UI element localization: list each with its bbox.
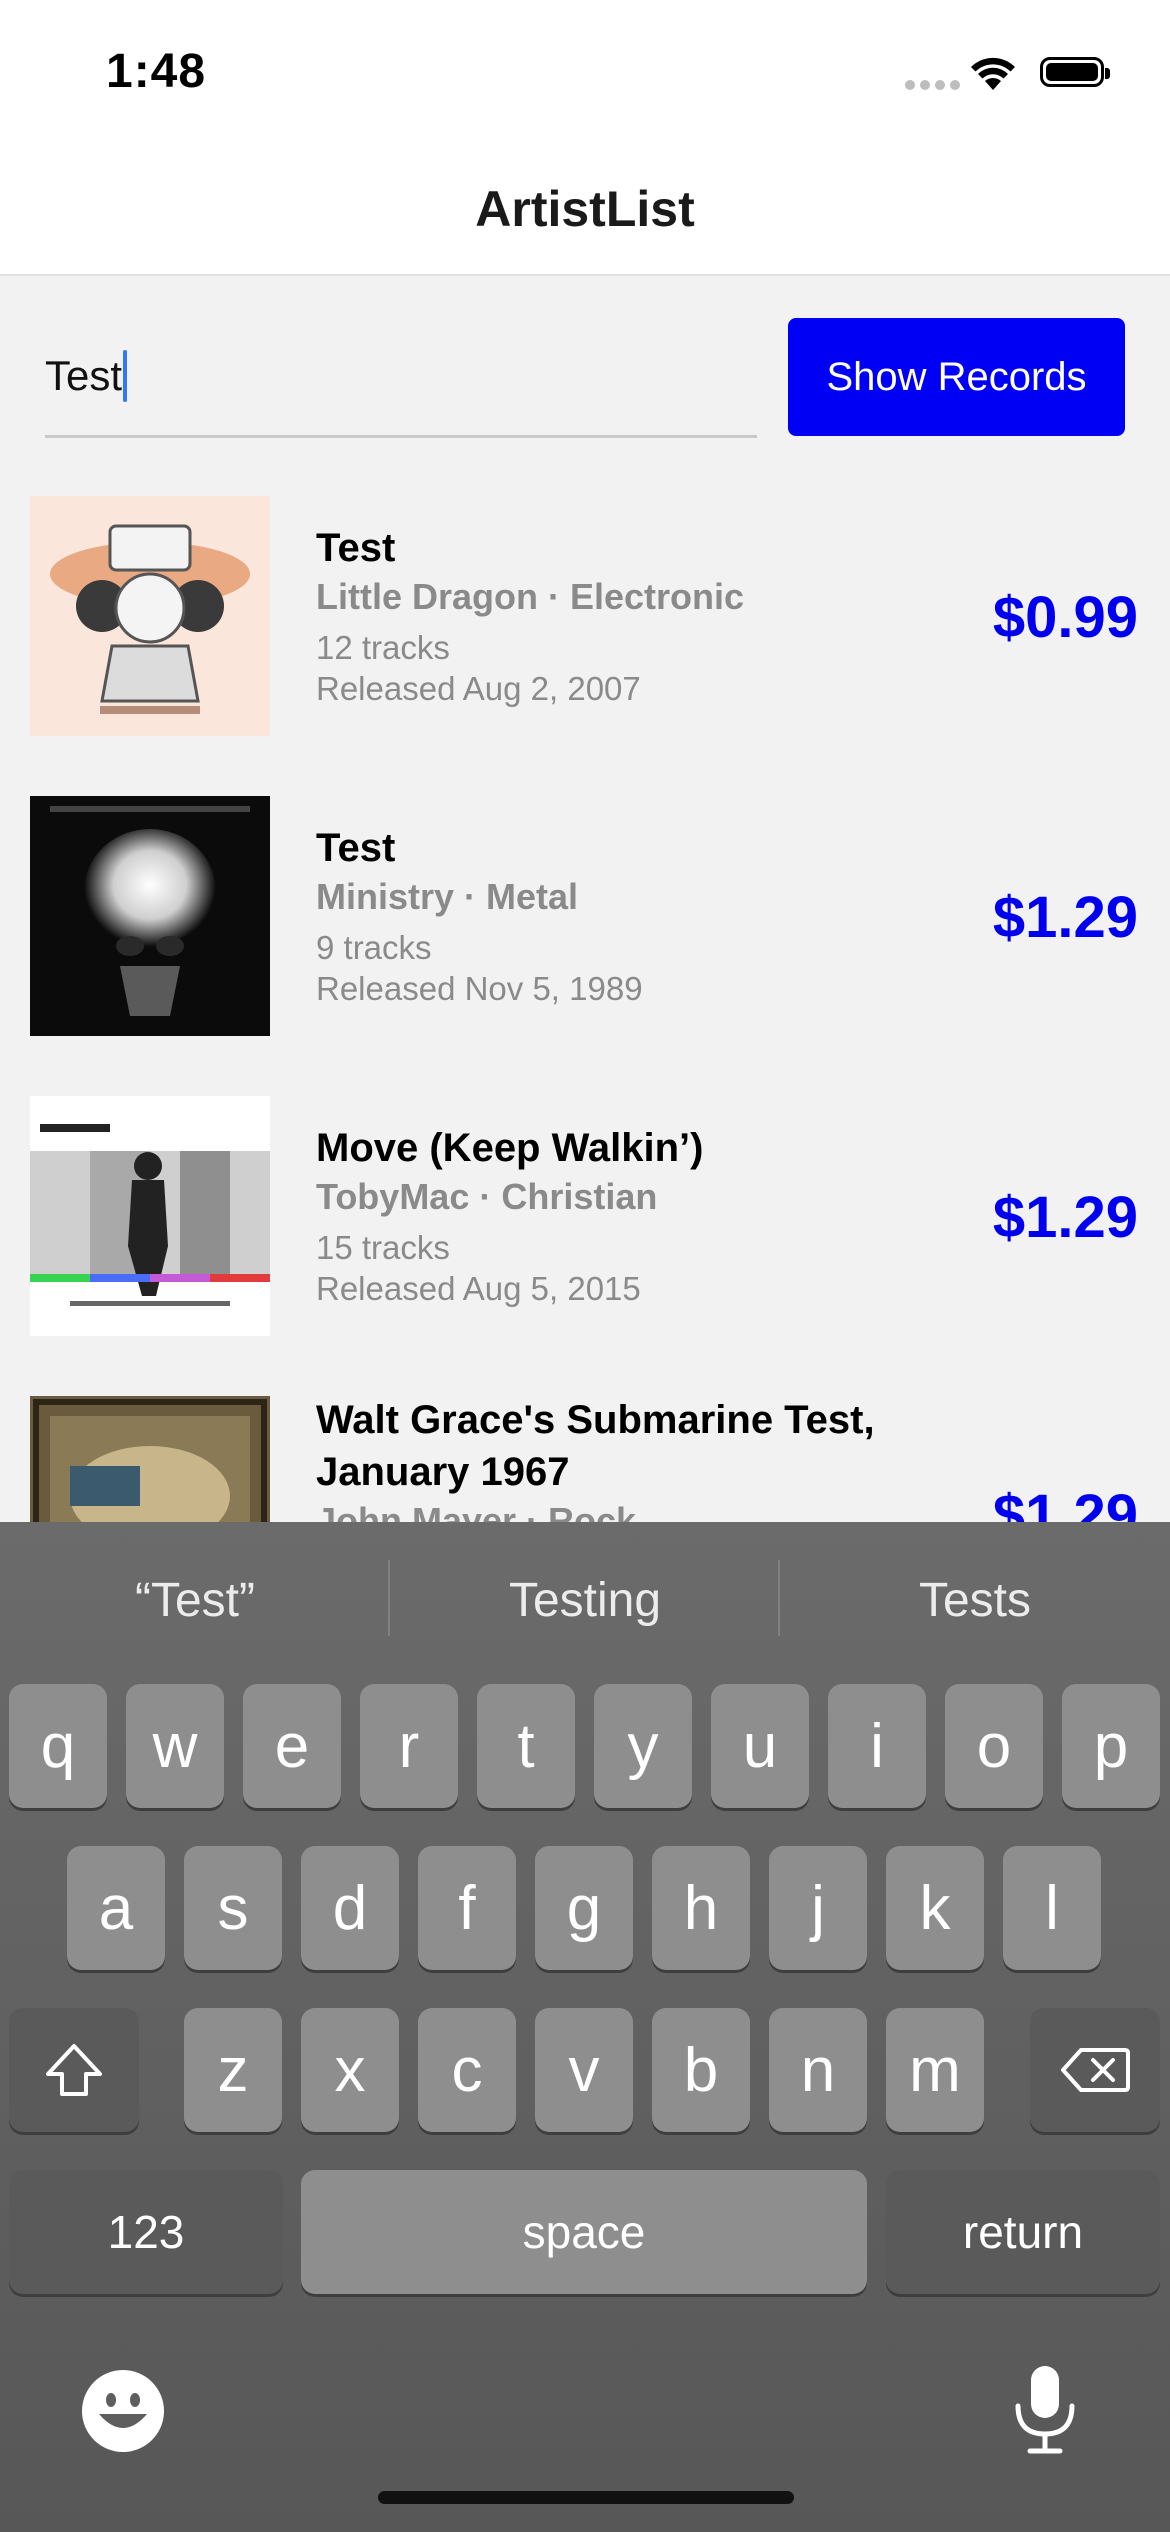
record-artist-genre: Ministry · Metal (316, 876, 579, 917)
key-y[interactable]: y (594, 1684, 692, 1808)
keyboard: “Test” Testing Tests q w e r t y u i o p… (0, 1522, 1170, 2532)
key-h[interactable]: h (652, 1846, 750, 1970)
key-r[interactable]: r (360, 1684, 458, 1808)
key-m[interactable]: m (886, 2008, 984, 2132)
key-f[interactable]: f (418, 1846, 516, 1970)
key-p[interactable]: p (1062, 1684, 1160, 1808)
record-artist-genre: Little Dragon · Electronic (316, 576, 745, 617)
album-art-image (30, 796, 270, 1036)
record-artist-genre: TobyMac · Christian (316, 1176, 658, 1217)
list-item[interactable]: Move (Keep Walkin’) TobyMac · Christian … (0, 1096, 1170, 1336)
search-input[interactable]: Test (45, 330, 757, 438)
home-indicator (378, 2491, 794, 2504)
key-q[interactable]: q (9, 1684, 107, 1808)
key-w[interactable]: w (126, 1684, 224, 1808)
status-bar: 1:48 (0, 0, 1170, 140)
records-list[interactable]: Test Little Dragon · Electronic 12 track… (0, 496, 1170, 1522)
album-art-image (30, 496, 270, 736)
shift-key[interactable] (9, 2008, 139, 2132)
key-b[interactable]: b (652, 2008, 750, 2132)
record-price: $0.99 (992, 585, 1138, 650)
key-a[interactable]: a (67, 1846, 165, 1970)
record-price: $1.29 (992, 885, 1138, 950)
record-release-date: Released Nov 5, 1989 (316, 970, 643, 1007)
record-track-count: 15 tracks (316, 1229, 450, 1266)
space-key[interactable]: space (301, 2170, 867, 2294)
key-i[interactable]: i (828, 1684, 926, 1808)
text-cursor (123, 350, 128, 402)
key-k[interactable]: k (886, 1846, 984, 1970)
record-title: Test (316, 826, 396, 870)
page-title: ArtistList (475, 181, 695, 237)
key-t[interactable]: t (477, 1684, 575, 1808)
list-item[interactable]: Test Ministry · Metal 9 tracks Released … (0, 796, 1170, 1036)
album-art-image (30, 1096, 270, 1336)
key-v[interactable]: v (535, 2008, 633, 2132)
record-title: Test (316, 526, 396, 570)
record-title: Walt Grace's Submarine Test, January 196… (316, 1398, 875, 1494)
key-c[interactable]: c (418, 2008, 516, 2132)
key-g[interactable]: g (535, 1846, 633, 1970)
numbers-key[interactable]: 123 (9, 2170, 283, 2294)
microphone-icon[interactable] (1010, 2362, 1080, 2458)
suggestion-1[interactable]: “Test” (0, 1522, 390, 1678)
record-track-count: 9 tracks (316, 929, 432, 966)
key-n[interactable]: n (769, 2008, 867, 2132)
key-x[interactable]: x (301, 2008, 399, 2132)
key-z[interactable]: z (184, 2008, 282, 2132)
status-time: 1:48 (106, 45, 207, 98)
key-u[interactable]: u (711, 1684, 809, 1808)
search-input-value: Test (45, 352, 123, 399)
record-title: Move (Keep Walkin’) (316, 1126, 704, 1170)
record-release-date: Released Aug 5, 2015 (316, 1270, 641, 1307)
cellular-signal-icon (905, 80, 960, 90)
delete-icon (1061, 2048, 1130, 2092)
show-records-button[interactable]: Show Records (788, 318, 1125, 436)
battery-icon (1040, 57, 1110, 87)
record-track-count: 12 tracks (316, 629, 450, 666)
record-release-date: Released Aug 2, 2007 (316, 670, 641, 707)
suggestion-2[interactable]: Testing (390, 1522, 780, 1678)
list-item[interactable]: Test Little Dragon · Electronic 12 track… (0, 496, 1170, 736)
key-o[interactable]: o (945, 1684, 1043, 1808)
key-e[interactable]: e (243, 1684, 341, 1808)
shift-icon (46, 2044, 102, 2096)
suggestion-3[interactable]: Tests (780, 1522, 1170, 1678)
key-d[interactable]: d (301, 1846, 399, 1970)
record-artist-genre: John Mayer · Rock (316, 1500, 637, 1522)
key-s[interactable]: s (184, 1846, 282, 1970)
navigation-bar: ArtistList (0, 140, 1170, 276)
key-j[interactable]: j (769, 1846, 867, 1970)
record-price: $1.29 (992, 1483, 1138, 1522)
album-art-image (30, 1396, 270, 1522)
record-price: $1.29 (992, 1185, 1138, 1250)
key-l[interactable]: l (1003, 1846, 1101, 1970)
wifi-icon (971, 57, 1015, 90)
delete-key[interactable] (1030, 2008, 1160, 2132)
emoji-icon[interactable] (82, 2370, 164, 2452)
return-key[interactable]: return (886, 2170, 1160, 2294)
list-item[interactable]: Walt Grace's Submarine Test, January 196… (0, 1396, 1170, 1522)
